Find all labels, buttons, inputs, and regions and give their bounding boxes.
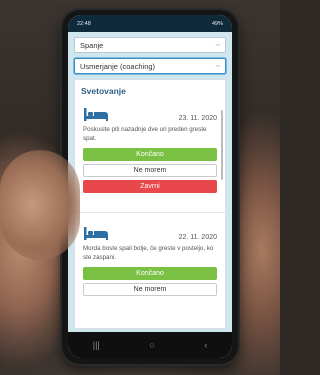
sleep-select[interactable]: Spanje ⌵ (74, 37, 226, 53)
status-bar: 22:48 49% (68, 15, 232, 32)
advice-text: Poskusite piti nazadnje dve uri preden g… (83, 126, 207, 142)
android-nav-bar: ||| ○ ‹ (68, 332, 232, 358)
cant-button[interactable]: Ne morem (83, 283, 217, 296)
card-header: 23. 11. 2020 (83, 104, 217, 122)
status-battery: 49% (211, 20, 223, 27)
app-body: Spanje ⌵ Usmerjanje (coaching) ⌵ Svetova… (68, 32, 232, 332)
chevron-down-icon: ⌵ (215, 62, 220, 69)
chevron-down-icon: ⌵ (215, 41, 220, 48)
done-button[interactable]: Končano (83, 267, 217, 280)
done-button[interactable]: Končano (83, 148, 217, 161)
advice-text: Morda boste spali bolje, če greste v pos… (83, 245, 214, 261)
reject-button[interactable]: Zavrni (83, 180, 217, 193)
advice-card: 22. 11. 2020 Morda boste spali bolje, če… (75, 212, 225, 305)
home-icon[interactable]: ○ (149, 340, 154, 350)
advice-card: 23. 11. 2020 Poskusite piti nazadnje dve… (75, 100, 225, 202)
advice-list: 23. 11. 2020 Poskusite piti nazadnje dve… (75, 100, 225, 328)
advice-panel: Svetovanje 23. 11. 2020 Poskusite piti n… (74, 79, 226, 329)
back-icon[interactable]: ‹ (204, 340, 207, 350)
sleep-select-value: Spanje (80, 40, 104, 50)
card-header: 22. 11. 2020 (83, 223, 217, 241)
mode-select[interactable]: Usmerjanje (coaching) ⌵ (74, 58, 226, 74)
mode-select-value: Usmerjanje (coaching) (80, 61, 156, 71)
recent-apps-icon[interactable]: ||| (93, 340, 100, 350)
card-date: 22. 11. 2020 (178, 234, 217, 241)
cant-button[interactable]: Ne morem (83, 164, 217, 177)
card-date: 23. 11. 2020 (178, 115, 217, 122)
status-time: 22:48 (77, 20, 91, 27)
panel-title: Svetovanje (81, 86, 126, 96)
phone-screen: 22:48 49% Spanje ⌵ Usmerjanje (coaching)… (68, 15, 232, 358)
bed-icon (84, 227, 108, 240)
bed-icon (84, 108, 108, 121)
hand-thumb (0, 150, 80, 260)
